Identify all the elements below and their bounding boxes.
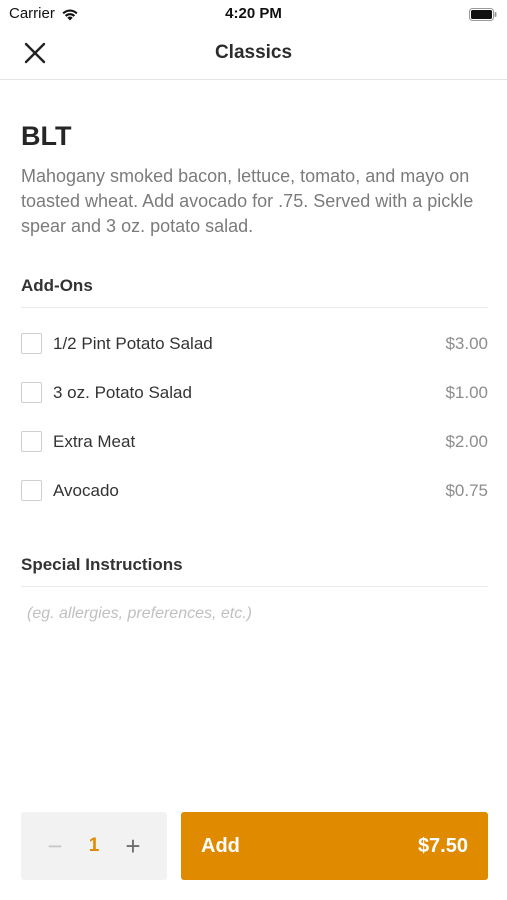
order-total: $7.50 [417, 834, 468, 857]
addon-row[interactable]: 3 oz. Potato Salad $1.00 [21, 368, 488, 417]
status-time: 4:20 PM [225, 5, 282, 22]
nav-title: Classics [214, 42, 293, 63]
addon-checkbox[interactable] [21, 333, 42, 354]
addon-name: Extra Meat [53, 431, 136, 451]
addon-name: 1/2 Pint Potato Salad [53, 333, 213, 353]
add-button-label: Add [201, 834, 240, 857]
quantity-value: 1 [88, 835, 100, 856]
item-description: Mahogany smoked bacon, lettuce, tomato, … [21, 166, 474, 236]
order-footer: − 1 + Add $7.50 [21, 812, 488, 880]
addon-checkbox[interactable] [21, 480, 42, 501]
addon-list: 1/2 Pint Potato Salad $3.00 3 oz. Potato… [21, 319, 488, 515]
item-detail: BLT Mahogany smoked bacon, lettuce, toma… [21, 80, 488, 623]
nav-bar: Classics [0, 28, 507, 80]
special-instructions-header: Special Instructions [21, 555, 488, 587]
addon-name: 3 oz. Potato Salad [53, 382, 192, 402]
special-instructions-input[interactable] [21, 605, 488, 623]
addon-price: $0.75 [445, 480, 488, 500]
addon-row[interactable]: 1/2 Pint Potato Salad $3.00 [21, 319, 488, 368]
addon-price: $1.00 [445, 382, 488, 402]
status-bar: Carrier 4:20 PM [0, 0, 507, 28]
addon-checkbox[interactable] [21, 431, 42, 452]
increase-quantity-button[interactable]: + [119, 831, 147, 862]
quantity-stepper: − 1 + [21, 812, 167, 880]
decrease-quantity-button[interactable]: − [41, 831, 69, 862]
add-to-order-button[interactable]: Add $7.50 [181, 812, 488, 880]
addon-price: $2.00 [445, 431, 488, 451]
addon-row[interactable]: Extra Meat $2.00 [21, 417, 488, 466]
addon-checkbox[interactable] [21, 382, 42, 403]
addon-price: $3.00 [445, 333, 488, 353]
addons-header: Add-Ons [21, 276, 488, 308]
addon-name: Avocado [53, 480, 119, 500]
item-title: BLT [21, 121, 72, 151]
addon-row[interactable]: Avocado $0.75 [21, 466, 488, 515]
battery-icon [469, 8, 497, 21]
